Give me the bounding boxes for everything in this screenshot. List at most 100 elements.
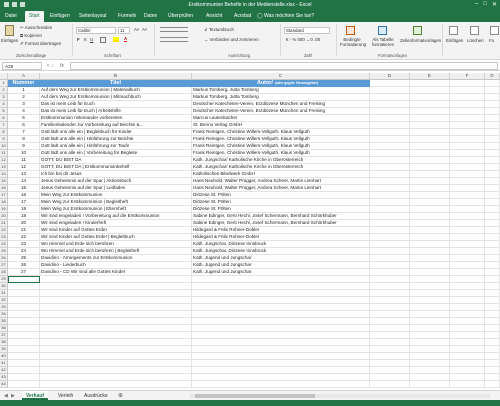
table-cell[interactable] bbox=[8, 360, 40, 367]
table-cell[interactable] bbox=[485, 80, 500, 87]
title-cell[interactable]: GOTT, DU BIST DA | Erstkommunionbehelf bbox=[40, 164, 192, 171]
table-cell[interactable] bbox=[370, 178, 410, 185]
author-cell[interactable]: Frank Reintgen, Christine Willers-Vellgu… bbox=[192, 143, 370, 150]
table-cell[interactable] bbox=[450, 122, 485, 129]
scrollbar-thumb[interactable] bbox=[195, 394, 315, 398]
copy-button[interactable]: ⧉ Kopieren bbox=[20, 33, 42, 38]
table-cell[interactable] bbox=[410, 346, 450, 353]
font-name-select[interactable]: Calibri bbox=[76, 27, 116, 34]
table-cell[interactable] bbox=[485, 199, 500, 206]
title-cell[interactable]: Mein Weg zur Erstkommunion | Begleitheft bbox=[40, 199, 192, 206]
table-cell[interactable] bbox=[485, 94, 500, 101]
table-cell[interactable] bbox=[410, 143, 450, 150]
table-cell[interactable] bbox=[192, 283, 370, 290]
row-number-cell[interactable]: 1 bbox=[8, 87, 40, 94]
table-cell[interactable] bbox=[192, 297, 370, 304]
table-cell[interactable] bbox=[40, 304, 192, 311]
italic-button[interactable]: K bbox=[84, 37, 87, 42]
tab-ueberpruefen[interactable]: Überprüfen bbox=[168, 13, 193, 19]
title-cell[interactable]: Erstkommunion miteinander vorbereiten bbox=[40, 115, 192, 122]
table-cell[interactable] bbox=[450, 150, 485, 157]
table-cell[interactable] bbox=[370, 94, 410, 101]
table-cell[interactable] bbox=[485, 185, 500, 192]
author-cell[interactable]: Markus Tomberg, Jutta Tomberg bbox=[192, 94, 370, 101]
table-cell[interactable] bbox=[40, 325, 192, 332]
table-cell[interactable] bbox=[485, 178, 500, 185]
table-cell[interactable] bbox=[410, 206, 450, 213]
table-cell[interactable] bbox=[410, 87, 450, 94]
table-cell[interactable] bbox=[192, 304, 370, 311]
table-cell[interactable] bbox=[8, 297, 40, 304]
row-number-cell[interactable]: 8 bbox=[8, 136, 40, 143]
row-header[interactable]: 2 bbox=[0, 87, 8, 94]
row-number-cell[interactable]: 15 bbox=[8, 185, 40, 192]
table-cell[interactable] bbox=[40, 339, 192, 346]
row-number-cell[interactable]: 17 bbox=[8, 199, 40, 206]
author-cell[interactable]: Deutscher Katecheten-Verein, Erzdiözese … bbox=[192, 101, 370, 108]
cancel-confirm-icons[interactable]: ✕ ✓ bbox=[46, 63, 55, 69]
table-cell[interactable] bbox=[370, 227, 410, 234]
table-cell[interactable] bbox=[485, 136, 500, 143]
table-cell[interactable] bbox=[410, 360, 450, 367]
table-cell[interactable] bbox=[450, 157, 485, 164]
table-cell[interactable] bbox=[8, 339, 40, 346]
fill-color-icon[interactable] bbox=[113, 37, 119, 42]
table-cell[interactable] bbox=[370, 185, 410, 192]
table-cell[interactable] bbox=[370, 262, 410, 269]
table-cell[interactable] bbox=[410, 234, 450, 241]
table-cell[interactable] bbox=[485, 108, 500, 115]
row-header[interactable]: 23 bbox=[0, 234, 8, 241]
table-cell[interactable] bbox=[485, 171, 500, 178]
author-cell[interactable]: Kath. Jungschar, Diözese Innsbruck bbox=[192, 248, 370, 255]
table-cell[interactable] bbox=[40, 276, 192, 283]
table-cell[interactable] bbox=[370, 276, 410, 283]
borders-icon[interactable] bbox=[100, 37, 106, 43]
table-cell[interactable] bbox=[410, 185, 450, 192]
tell-me-search[interactable]: ◯ Was möchten Sie tun? bbox=[257, 13, 314, 19]
table-cell[interactable] bbox=[410, 332, 450, 339]
title-cell[interactable]: Ich bin bei dir Jesus bbox=[40, 171, 192, 178]
table-cell[interactable] bbox=[370, 318, 410, 325]
font-size-select[interactable]: 11 bbox=[118, 27, 130, 34]
row-header[interactable]: 3 bbox=[0, 94, 8, 101]
row-header[interactable]: 32 bbox=[0, 297, 8, 304]
table-cell[interactable] bbox=[485, 220, 500, 227]
sheet-tab-ausdrucke[interactable]: Ausdrucke bbox=[80, 391, 112, 400]
row-header[interactable]: 33 bbox=[0, 304, 8, 311]
row-header[interactable]: 38 bbox=[0, 339, 8, 346]
table-cell[interactable] bbox=[40, 353, 192, 360]
table-cell[interactable] bbox=[370, 122, 410, 129]
tab-datei[interactable]: Datei bbox=[5, 13, 17, 19]
row-header[interactable]: 43 bbox=[0, 374, 8, 381]
table-cell[interactable] bbox=[370, 339, 410, 346]
table-cell[interactable] bbox=[450, 136, 485, 143]
table-cell[interactable] bbox=[485, 227, 500, 234]
table-cell[interactable] bbox=[450, 143, 485, 150]
author-cell[interactable]: Frank Reintgen, Christine Willers-Vellgu… bbox=[192, 129, 370, 136]
table-cell[interactable] bbox=[370, 269, 410, 276]
author-cell[interactable]: Kath. Jungschar/ Katholische Kirche in O… bbox=[192, 157, 370, 164]
table-cell[interactable] bbox=[192, 346, 370, 353]
table-cell[interactable] bbox=[450, 318, 485, 325]
row-number-cell[interactable]: 18 bbox=[8, 206, 40, 213]
author-cell[interactable]: Hildegard & Felix Rohner-Dobler bbox=[192, 227, 370, 234]
table-cell[interactable] bbox=[410, 304, 450, 311]
column-header-d[interactable]: D bbox=[370, 73, 410, 80]
row-header[interactable]: 37 bbox=[0, 332, 8, 339]
row-header[interactable]: 5 bbox=[0, 108, 8, 115]
row-header[interactable]: 4 bbox=[0, 101, 8, 108]
table-cell[interactable] bbox=[410, 248, 450, 255]
table-cell[interactable] bbox=[450, 220, 485, 227]
table-cell[interactable] bbox=[8, 374, 40, 381]
table-cell[interactable] bbox=[450, 80, 485, 87]
row-header[interactable]: 6 bbox=[0, 115, 8, 122]
table-cell[interactable] bbox=[450, 227, 485, 234]
table-cell[interactable] bbox=[410, 136, 450, 143]
table-cell[interactable] bbox=[450, 248, 485, 255]
table-cell[interactable] bbox=[485, 164, 500, 171]
table-cell[interactable] bbox=[370, 374, 410, 381]
row-header[interactable]: 26 bbox=[0, 255, 8, 262]
table-cell[interactable] bbox=[450, 269, 485, 276]
formula-input[interactable] bbox=[70, 62, 498, 70]
table-cell[interactable] bbox=[370, 332, 410, 339]
